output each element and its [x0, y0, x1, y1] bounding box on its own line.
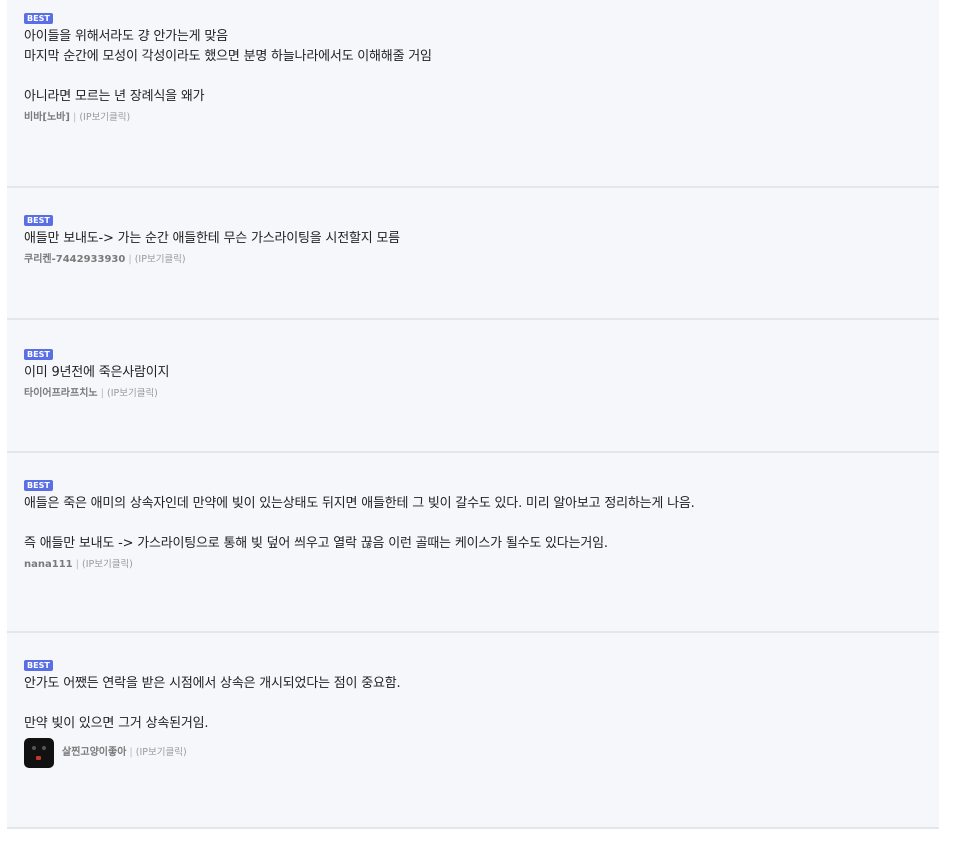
meta-separator: |: [129, 747, 133, 758]
avatar-eye: [42, 746, 46, 750]
comment-text: 애들만 보내도-> 가는 순간 애들한테 무슨 가스라이팅을 시전할지 모름: [24, 231, 400, 246]
comment-author[interactable]: 비바[노바]: [24, 111, 70, 125]
comment-text: 아이들을 위해서라도 걍 안가는게 맞음 마지막 순간에 모성이 각성이라도 했…: [24, 29, 432, 104]
best-badge: BEST: [24, 660, 53, 671]
ip-view-link[interactable]: (IP보기클릭): [79, 111, 130, 125]
comment-item: BEST 안가도 어쨌든 연락을 받은 시점에서 상속은 개시되었다는 점이 중…: [7, 633, 939, 829]
meta-separator: |: [100, 388, 104, 399]
meta-separator: |: [75, 559, 79, 570]
comment-text: 이미 9년전에 죽은사람이지: [24, 365, 170, 380]
avatar-eye: [32, 746, 36, 750]
comment-author[interactable]: 타이어프라프치노: [24, 387, 98, 401]
comment-item: BEST 아이들을 위해서라도 걍 안가는게 맞음 마지막 순간에 모성이 각성…: [7, 0, 939, 188]
avatar-mouth: [36, 756, 41, 760]
best-badge: BEST: [24, 215, 53, 226]
avatar[interactable]: [24, 738, 54, 768]
comment-meta: 쿠리켄-7442933930 | (IP보기클릭): [24, 253, 935, 267]
comment-meta: 타이어프라프치노 | (IP보기클릭): [24, 387, 935, 401]
best-badge: BEST: [24, 480, 53, 491]
best-badge: BEST: [24, 349, 53, 360]
ip-view-link[interactable]: (IP보기클릭): [82, 558, 133, 572]
comment-author[interactable]: 살찐고양이좋아: [62, 746, 126, 760]
comment-author[interactable]: nana111: [24, 558, 73, 572]
meta-separator: |: [128, 254, 132, 265]
ip-view-link[interactable]: (IP보기클릭): [107, 387, 158, 401]
comment-item: BEST 애들만 보내도-> 가는 순간 애들한테 무슨 가스라이팅을 시전할지…: [7, 188, 939, 320]
best-badge: BEST: [24, 13, 53, 24]
comment-text: 안가도 어쨌든 연락을 받은 시점에서 상속은 개시되었다는 점이 중요함. 만…: [24, 676, 401, 731]
comment-meta: 비바[노바] | (IP보기클릭): [24, 111, 935, 125]
comment-meta: 살찐고양이좋아 | (IP보기클릭): [24, 738, 935, 768]
comment-item: BEST 이미 9년전에 죽은사람이지 타이어프라프치노 | (IP보기클릭): [7, 320, 939, 453]
comment-author[interactable]: 쿠리켄-7442933930: [24, 253, 125, 267]
meta-separator: |: [72, 112, 77, 123]
comment-meta: nana111 | (IP보기클릭): [24, 558, 935, 572]
comment-text: 애들은 죽은 애미의 상속자인데 만약에 빚이 있는상태도 뒤지면 애들한테 그…: [24, 496, 695, 551]
ip-view-link[interactable]: (IP보기클릭): [136, 746, 187, 760]
comment-item: BEST 애들은 죽은 애미의 상속자인데 만약에 빚이 있는상태도 뒤지면 애…: [7, 453, 939, 633]
ip-view-link[interactable]: (IP보기클릭): [135, 253, 186, 267]
